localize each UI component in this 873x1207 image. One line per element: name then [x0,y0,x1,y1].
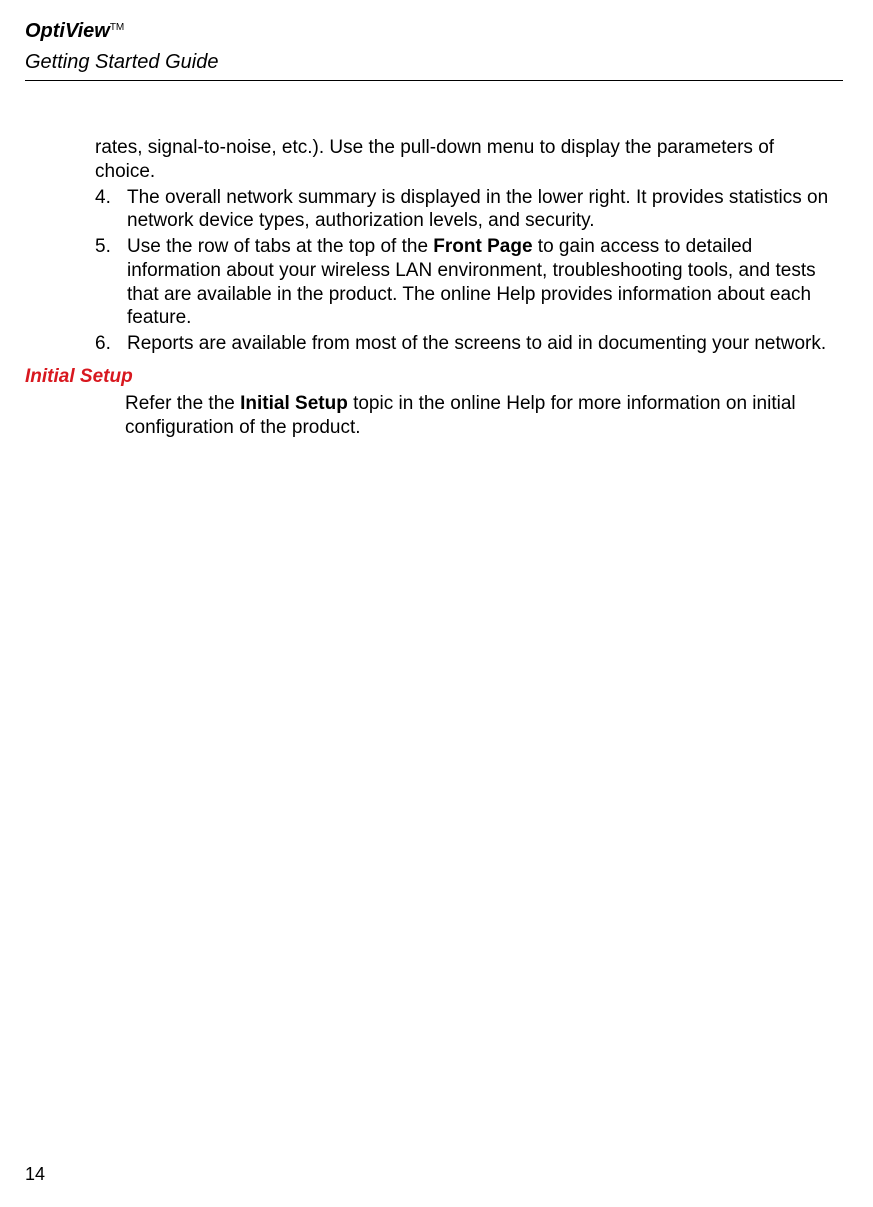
list-item: 5. Use the row of tabs at the top of the… [95,235,833,330]
list-number: 6. [95,332,111,356]
section-body: Refer the the Initial Setup topic in the… [125,392,833,440]
section-text-before: Refer the the [125,393,240,414]
bold-text: Initial Setup [240,393,348,414]
list-number: 5. [95,235,111,259]
numbered-list: 4. The overall network summary is displa… [95,186,833,356]
list-item: 4. The overall network summary is displa… [95,186,833,234]
bold-text: Front Page [433,236,532,257]
page-number: 14 [25,1164,45,1185]
list-number: 4. [95,186,111,210]
continued-paragraph: rates, signal-to-noise, etc.). Use the p… [95,136,833,184]
list-text: Reports are available from most of the s… [127,333,826,354]
list-content: rates, signal-to-noise, etc.). Use the p… [95,136,833,356]
list-text-before: Use the row of tabs at the top of the [127,236,433,257]
product-title: OptiView [25,20,110,42]
header-divider [25,80,843,81]
list-item: 6. Reports are available from most of th… [95,332,833,356]
trademark-symbol: TM [110,22,124,33]
list-text: The overall network summary is displayed… [127,187,828,232]
section-heading: Initial Setup [25,366,843,388]
document-subtitle: Getting Started Guide [25,51,843,74]
document-header: OptiViewTM Getting Started Guide [25,20,843,74]
